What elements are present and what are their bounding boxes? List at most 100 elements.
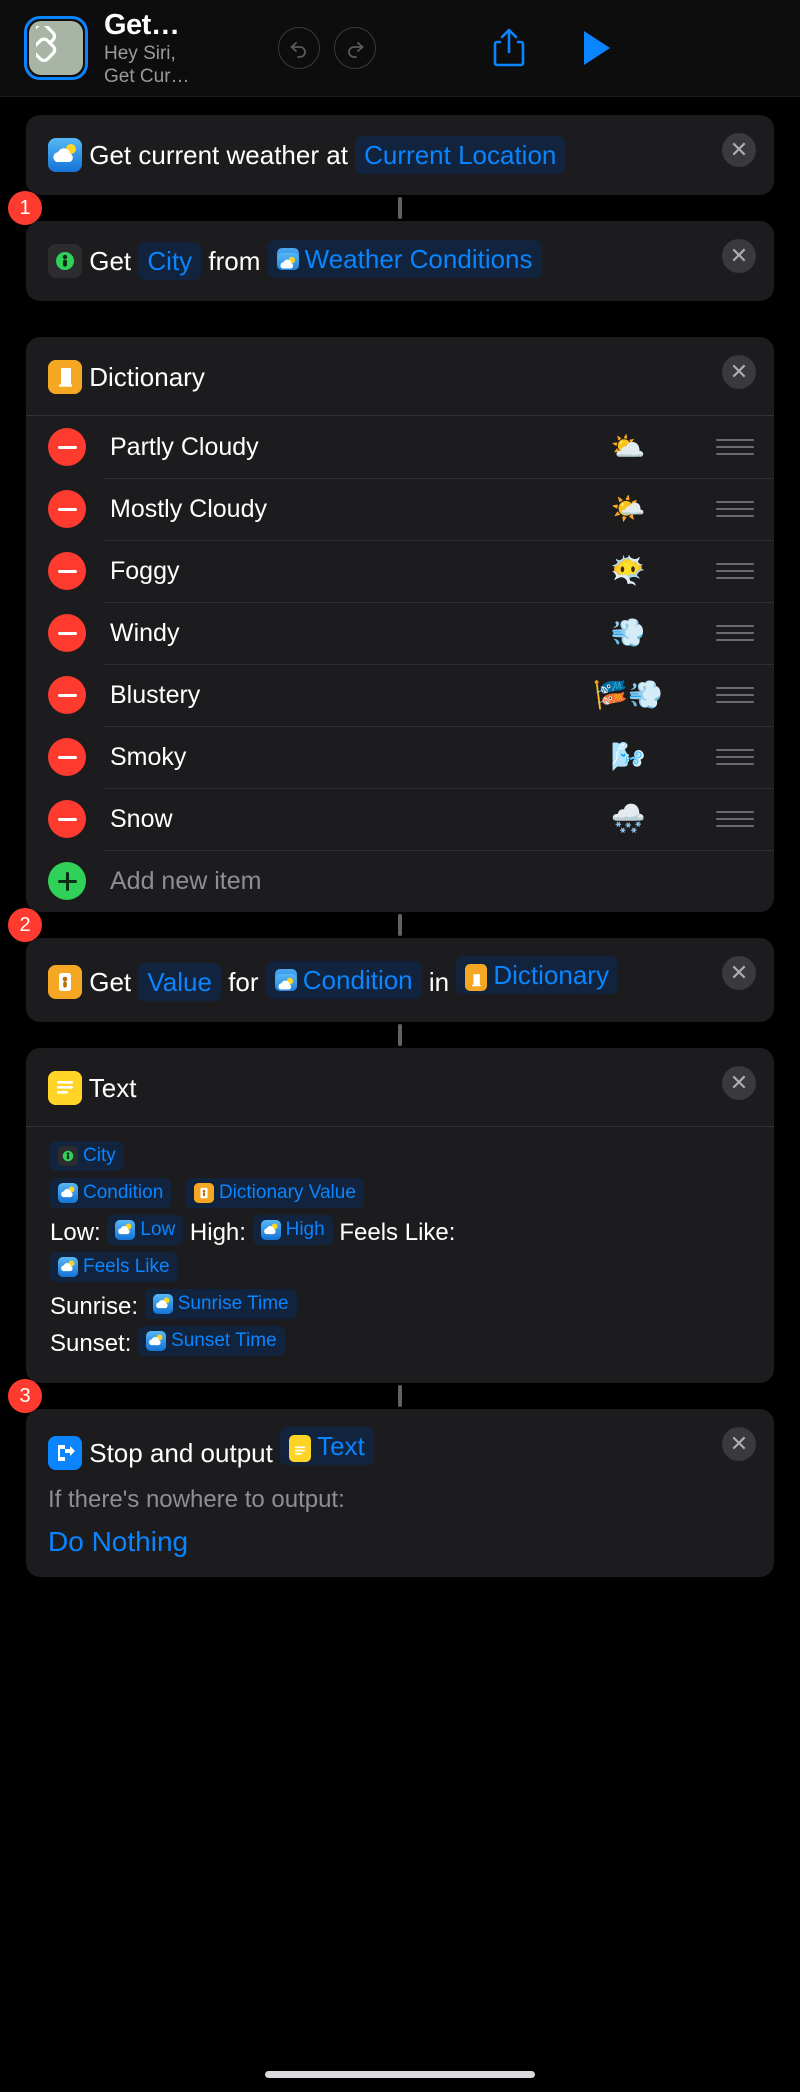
list-item[interactable]: Mostly Cloudy 🌤️ — [26, 478, 774, 540]
list-item[interactable]: Foggy 😶‍🌫️ — [26, 540, 774, 602]
text-content-field[interactable]: City Condition Dictionary Value Low: Low… — [26, 1127, 774, 1383]
undo-button[interactable] — [278, 27, 320, 69]
close-icon: ✕ — [729, 359, 749, 384]
dictionary-item-value[interactable]: 🌨️ — [568, 805, 688, 833]
token-condition[interactable]: Condition — [265, 961, 422, 999]
list-item[interactable]: Windy 💨 — [26, 602, 774, 664]
token-city-property[interactable]: City — [138, 242, 202, 280]
remove-item-button[interactable] — [48, 428, 86, 466]
dictionary-item-key[interactable]: Smoky — [110, 743, 568, 772]
redo-icon — [348, 42, 364, 58]
token-sunrise-time[interactable]: Sunrise Time — [144, 1289, 297, 1319]
action-card-get-dictionary-value[interactable]: ✕ Get Value for Condition in Dictionary — [26, 938, 774, 1022]
weather-glyph — [58, 1257, 78, 1277]
token-high[interactable]: High — [252, 1215, 333, 1245]
text-line-condition: Condition Dictionary Value — [50, 1178, 754, 1213]
dictionary-item-key[interactable]: Foggy — [110, 557, 568, 586]
play-icon — [584, 31, 610, 65]
token-low[interactable]: Low — [107, 1215, 184, 1245]
text-icon — [289, 1435, 312, 1462]
token-dictionary-value[interactable]: Dictionary Value — [185, 1178, 364, 1208]
reorder-handle[interactable] — [710, 439, 754, 455]
add-item-button[interactable] — [48, 862, 86, 900]
reorder-handle[interactable] — [710, 687, 754, 703]
weather-app-icon — [48, 138, 82, 172]
remove-action-button[interactable]: ✕ — [722, 133, 756, 167]
weather-app-icon — [58, 1257, 78, 1277]
stop-fallback-value[interactable]: Do Nothing — [26, 1519, 774, 1577]
dictionary-item-value[interactable]: ⛅ — [568, 433, 688, 461]
undo-icon — [290, 42, 306, 58]
reorder-handle[interactable] — [710, 811, 754, 827]
reorder-handle[interactable] — [710, 501, 754, 517]
action-get-weather-body: Get current weather at Current Location — [48, 133, 754, 177]
add-new-item-row[interactable]: Add new item — [26, 850, 774, 912]
token-current-location[interactable]: Current Location — [355, 136, 566, 174]
action-card-get-weather[interactable]: ✕ Get current weather at Current Locatio… — [26, 115, 774, 195]
text-icon — [48, 1071, 82, 1105]
dictionary-item-value[interactable]: 🎏💨 — [568, 681, 688, 709]
play-button[interactable] — [574, 24, 620, 72]
remove-item-button[interactable] — [48, 800, 86, 838]
remove-action-button[interactable]: ✕ — [722, 239, 756, 273]
label-feels-like: Feels Like: — [339, 1219, 456, 1246]
dictionary-item-key[interactable]: Partly Cloudy — [110, 433, 568, 462]
text-glyph — [289, 1440, 312, 1462]
list-item[interactable]: Blustery 🎏💨 — [26, 664, 774, 726]
share-icon — [493, 28, 525, 67]
redo-button[interactable] — [334, 27, 376, 69]
dictionary-item-key[interactable]: Mostly Cloudy — [110, 495, 568, 524]
dictionary-item-key[interactable]: Windy — [110, 619, 568, 648]
actions-list: ✕ Get current weather at Current Locatio… — [0, 97, 800, 1577]
dictionary-item-key[interactable]: Blustery — [110, 681, 568, 710]
token-condition[interactable]: Condition — [50, 1178, 172, 1208]
token-dictionary-value-label: Dictionary Value — [218, 1182, 356, 1203]
dictionary-item-value[interactable]: 💨 — [568, 619, 688, 647]
list-item[interactable]: Smoky 🌬️ — [26, 726, 774, 788]
label-low: Low: — [50, 1219, 101, 1246]
remove-item-button[interactable] — [48, 676, 86, 714]
close-icon: ✕ — [729, 1070, 749, 1095]
token-text-output[interactable]: Text — [280, 1427, 374, 1465]
action-card-stop-and-output[interactable]: ✕ Stop and output Text If there's nowher… — [26, 1409, 774, 1577]
token-feels-like[interactable]: Feels Like — [50, 1252, 178, 1282]
list-item[interactable]: Partly Cloudy ⛅ — [26, 416, 774, 478]
remove-action-button[interactable]: ✕ — [722, 956, 756, 990]
remove-item-button[interactable] — [48, 614, 86, 652]
dictionary-item-value[interactable]: 🌤️ — [568, 495, 688, 523]
token-value[interactable]: Value — [138, 963, 221, 1001]
shortcut-icon-button[interactable] — [24, 16, 88, 80]
action-card-dictionary[interactable]: ✕ Dictionary Partly Cloudy ⛅ Mostly Clou… — [26, 337, 774, 912]
action-text-title: Text — [88, 1073, 137, 1103]
remove-item-button[interactable] — [48, 490, 86, 528]
share-button[interactable] — [486, 24, 532, 72]
action-word-from: from — [208, 246, 261, 276]
token-text-output-label: Text — [317, 1431, 365, 1461]
remove-action-button[interactable]: ✕ — [722, 1427, 756, 1461]
shortcut-editor-screen: Get… Hey Siri, Get Cur… ✕ Get current we… — [0, 0, 800, 2092]
token-sunset-time[interactable]: Sunset Time — [138, 1326, 285, 1356]
list-item[interactable]: Snow 🌨️ — [26, 788, 774, 850]
token-dictionary-label: Dictionary — [493, 960, 609, 990]
reorder-handle[interactable] — [710, 749, 754, 765]
action-card-text[interactable]: ✕ Text City Condition Dictionary Value L… — [26, 1048, 774, 1383]
remove-item-button[interactable] — [48, 738, 86, 776]
token-weather-conditions[interactable]: Weather Conditions — [267, 240, 542, 278]
reorder-handle[interactable] — [710, 625, 754, 641]
dictionary-item-value[interactable]: 🌬️ — [568, 743, 688, 771]
token-condition-label: Condition — [83, 1182, 164, 1203]
reorder-handle[interactable] — [710, 563, 754, 579]
token-city[interactable]: City — [50, 1141, 124, 1171]
dictionary-item-key[interactable]: Snow — [110, 805, 568, 834]
remove-item-button[interactable] — [48, 552, 86, 590]
remove-action-button[interactable]: ✕ — [722, 355, 756, 389]
stop-output-glyph — [48, 1436, 82, 1470]
text-line-city: City — [50, 1141, 754, 1176]
token-weather-conditions-label: Weather Conditions — [304, 244, 533, 274]
action-card-get-city[interactable]: ✕ Get City from Weather Conditions — [26, 221, 774, 301]
action-word-get: Get — [89, 246, 132, 276]
token-dictionary[interactable]: Dictionary — [456, 956, 618, 994]
action-word-for: for — [228, 967, 259, 997]
remove-action-button[interactable]: ✕ — [722, 1066, 756, 1100]
dictionary-item-value[interactable]: 😶‍🌫️ — [568, 557, 688, 585]
